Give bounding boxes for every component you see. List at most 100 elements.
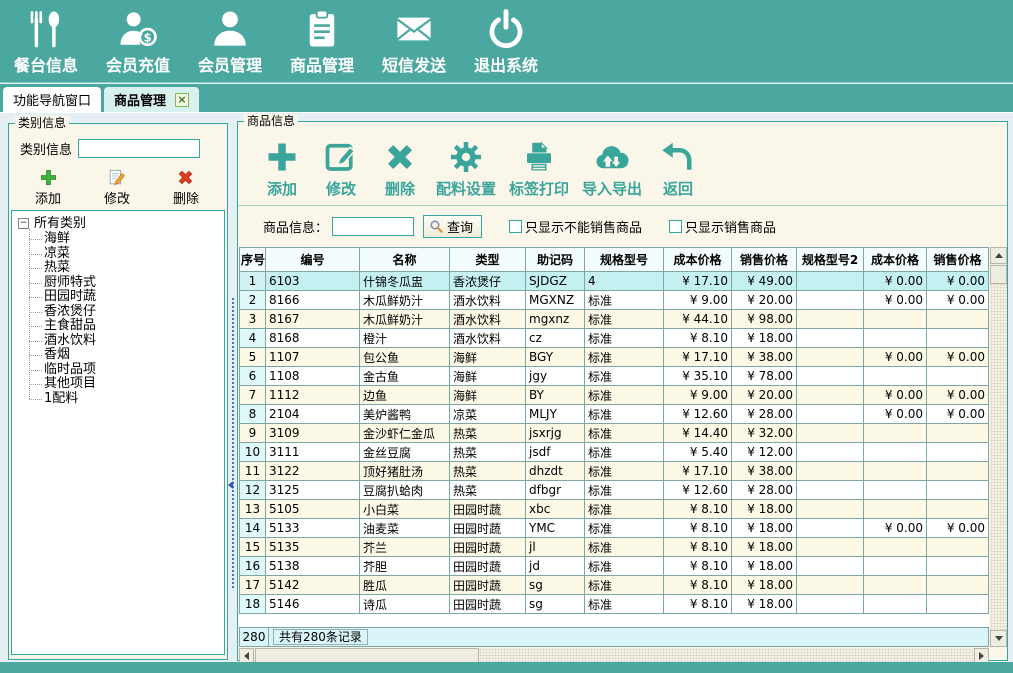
vertical-scroll-thumb[interactable]	[990, 265, 1007, 284]
table-cell[interactable]	[797, 519, 864, 538]
column-header[interactable]: 类型	[450, 248, 526, 272]
table-cell[interactable]	[797, 481, 864, 500]
table-cell[interactable]	[927, 329, 989, 348]
table-cell[interactable]: ¥ 20.00	[732, 291, 797, 310]
column-header[interactable]: 名称	[360, 248, 450, 272]
column-header[interactable]: 成本价格	[864, 248, 927, 272]
checkbox-icon[interactable]	[669, 220, 682, 233]
table-cell[interactable]: mgxnz	[526, 310, 585, 329]
table-cell[interactable]: 5146	[266, 595, 360, 614]
table-cell[interactable]	[927, 443, 989, 462]
panel-splitter[interactable]	[232, 298, 234, 588]
ingredient-settings-button[interactable]: 配料设置	[436, 139, 496, 199]
table-cell[interactable]: 酒水饮料	[450, 291, 526, 310]
table-cell[interactable]: 什锦冬瓜盅	[360, 272, 450, 291]
delete-product-button[interactable]: 删除	[377, 139, 423, 199]
table-cell[interactable]: 田园时蔬	[450, 500, 526, 519]
table-cell[interactable]: 包公鱼	[360, 348, 450, 367]
table-cell[interactable]: ¥ 5.40	[664, 443, 732, 462]
table-cell[interactable]	[864, 576, 927, 595]
table-cell[interactable]	[797, 386, 864, 405]
scroll-down-button[interactable]	[990, 630, 1007, 647]
table-cell[interactable]	[864, 462, 927, 481]
scroll-up-button[interactable]	[990, 247, 1007, 264]
query-button[interactable]: 查询	[423, 215, 482, 238]
table-cell[interactable]: ¥ 18.00	[732, 595, 797, 614]
close-icon[interactable]: ×	[175, 93, 189, 107]
table-cell[interactable]: YMC	[526, 519, 585, 538]
column-header[interactable]: 规格型号	[585, 248, 664, 272]
table-row[interactable]: 155135芥兰田园时蔬jl标准¥ 8.10¥ 18.00	[240, 538, 989, 557]
table-cell[interactable]: 海鲜	[450, 386, 526, 405]
table-cell[interactable]: 1108	[266, 367, 360, 386]
table-cell[interactable]: 8168	[266, 329, 360, 348]
table-cell[interactable]: ¥ 35.10	[664, 367, 732, 386]
table-cell[interactable]: 海鲜	[450, 367, 526, 386]
column-header[interactable]: 助记码	[526, 248, 585, 272]
table-cell[interactable]: 标准	[585, 443, 664, 462]
toolbar-item-sms[interactable]: 短信发送	[380, 8, 448, 76]
table-cell[interactable]: ¥ 18.00	[732, 538, 797, 557]
table-cell[interactable]: ¥ 8.10	[664, 576, 732, 595]
table-cell[interactable]: 田园时蔬	[450, 557, 526, 576]
row-number-cell[interactable]: 3	[240, 310, 266, 329]
table-cell[interactable]	[797, 443, 864, 462]
table-cell[interactable]: ¥ 0.00	[927, 272, 989, 291]
table-cell[interactable]: ¥ 8.10	[664, 329, 732, 348]
horizontal-scroll-thumb[interactable]	[255, 648, 479, 663]
table-cell[interactable]: 3109	[266, 424, 360, 443]
table-cell[interactable]: 木瓜鲜奶汁	[360, 291, 450, 310]
table-cell[interactable]	[927, 500, 989, 519]
table-cell[interactable]	[927, 595, 989, 614]
collapse-icon[interactable]: −	[18, 218, 29, 229]
tree-item[interactable]: 香浓煲仔	[44, 305, 224, 320]
table-row[interactable]: 145133油麦菜田园时蔬YMC标准¥ 8.10¥ 18.00¥ 0.00¥ 0…	[240, 519, 989, 538]
row-number-cell[interactable]: 4	[240, 329, 266, 348]
table-cell[interactable]: 4	[585, 272, 664, 291]
table-cell[interactable]: 标准	[585, 576, 664, 595]
table-cell[interactable]: 田园时蔬	[450, 576, 526, 595]
table-cell[interactable]: ¥ 8.10	[664, 595, 732, 614]
table-cell[interactable]: ¥ 9.00	[664, 291, 732, 310]
table-cell[interactable]: 5135	[266, 538, 360, 557]
table-cell[interactable]: 8167	[266, 310, 360, 329]
table-cell[interactable]: 田园时蔬	[450, 519, 526, 538]
table-cell[interactable]: ¥ 0.00	[927, 519, 989, 538]
toolbar-item-product-management[interactable]: 商品管理	[288, 8, 356, 76]
table-cell[interactable]	[797, 348, 864, 367]
table-cell[interactable]: BGY	[526, 348, 585, 367]
table-cell[interactable]: ¥ 0.00	[864, 272, 927, 291]
table-cell[interactable]: 5142	[266, 576, 360, 595]
table-cell[interactable]: 酒水饮料	[450, 329, 526, 348]
table-cell[interactable]: 1112	[266, 386, 360, 405]
table-cell[interactable]: xbc	[526, 500, 585, 519]
table-cell[interactable]	[927, 367, 989, 386]
table-cell[interactable]: 金丝豆腐	[360, 443, 450, 462]
table-row[interactable]: 185146诗瓜田园时蔬sg标准¥ 8.10¥ 18.00	[240, 595, 989, 614]
table-cell[interactable]: ¥ 78.00	[732, 367, 797, 386]
table-cell[interactable]	[797, 405, 864, 424]
tree-item[interactable]: 临时品项	[44, 363, 224, 378]
table-cell[interactable]: 3122	[266, 462, 360, 481]
table-cell[interactable]: ¥ 14.40	[664, 424, 732, 443]
tree-item[interactable]: 热菜	[44, 261, 224, 276]
column-header[interactable]: 编号	[266, 248, 360, 272]
row-number-cell[interactable]: 15	[240, 538, 266, 557]
table-cell[interactable]	[864, 557, 927, 576]
table-cell[interactable]: jl	[526, 538, 585, 557]
table-cell[interactable]	[864, 367, 927, 386]
row-number-cell[interactable]: 18	[240, 595, 266, 614]
table-cell[interactable]: ¥ 17.10	[664, 462, 732, 481]
row-number-cell[interactable]: 9	[240, 424, 266, 443]
import-export-button[interactable]: 导入导出	[582, 139, 642, 199]
table-cell[interactable]: 3111	[266, 443, 360, 462]
table-cell[interactable]: 标准	[585, 424, 664, 443]
table-cell[interactable]: 5133	[266, 519, 360, 538]
table-cell[interactable]: dhzdt	[526, 462, 585, 481]
table-row[interactable]: 38167木瓜鲜奶汁酒水饮料mgxnz标准¥ 44.10¥ 98.00	[240, 310, 989, 329]
table-cell[interactable]: ¥ 18.00	[732, 329, 797, 348]
table-cell[interactable]: ¥ 12.60	[664, 405, 732, 424]
table-cell[interactable]	[797, 329, 864, 348]
table-cell[interactable]	[864, 329, 927, 348]
tree-root[interactable]: − 所有类别	[18, 216, 224, 231]
